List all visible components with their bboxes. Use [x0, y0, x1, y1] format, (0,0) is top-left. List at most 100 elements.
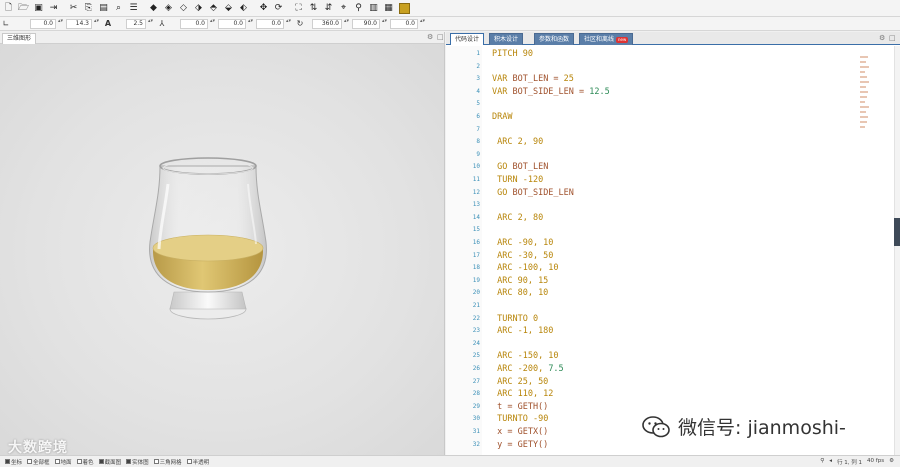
code-line[interactable]: 13 [446, 199, 866, 212]
material-color-swatch[interactable] [399, 2, 410, 14]
code-line[interactable]: 11 TURN -120 [446, 174, 866, 187]
checkbox-box[interactable] [76, 459, 82, 464]
code-line[interactable]: 26 ARC -200, 7.5 [446, 363, 866, 376]
open-folder-icon[interactable]: 🗁 [17, 2, 30, 15]
param-spinner-4[interactable]: ▴▾ [210, 18, 215, 29]
cube-right-icon[interactable]: ⬗ [192, 2, 205, 15]
code-line[interactable]: 14 ARC 2, 80 [446, 212, 866, 225]
fit-view-icon[interactable]: ⛶ [292, 2, 305, 15]
param-field-2[interactable]: 14.3 [66, 18, 92, 29]
code-line[interactable]: 9 [446, 149, 866, 162]
export-icon[interactable]: ⇥ [47, 2, 60, 15]
location-icon[interactable]: ⚲ [820, 458, 824, 466]
checkbox-box[interactable] [126, 459, 132, 464]
param-spinner-8[interactable]: ▴▾ [382, 18, 387, 29]
cube-front-icon[interactable]: ◆ [147, 2, 160, 15]
code-line[interactable]: 24 [446, 338, 866, 351]
code-line[interactable]: 5 [446, 98, 866, 111]
param-field-8[interactable]: 90.0 [352, 18, 380, 29]
param-spinner-5[interactable]: ▴▾ [248, 18, 253, 29]
3d-viewport[interactable] [0, 44, 444, 455]
code-line[interactable]: 32 y = GETY() [446, 439, 866, 452]
code-line[interactable]: 17 ARC -30, 50 [446, 250, 866, 263]
paste-icon[interactable]: ▤ [97, 2, 110, 15]
checkbox-box[interactable] [186, 459, 192, 464]
checkbox-box[interactable] [153, 459, 159, 464]
save-icon[interactable]: ▣ [32, 2, 45, 15]
search-icon[interactable]: ⌕ [112, 2, 125, 15]
status-settings-icon[interactable]: ⚙ [889, 458, 894, 466]
code-line[interactable]: 3 VAR BOT_LEN = 25 [446, 73, 866, 86]
bucket-icon[interactable]: ▥ [367, 2, 380, 15]
param-spinner-1[interactable]: ▴▾ [58, 18, 63, 29]
corner-icon[interactable]: ∟ [0, 19, 12, 28]
code-line[interactable]: 25 ARC -150, 10 [446, 350, 866, 363]
box-icon[interactable]: ▦ [382, 2, 395, 15]
view-option-checkbox[interactable]: 截面图 [98, 458, 121, 466]
code-line[interactable]: 4 VAR BOT_SIDE_LEN = 12.5 [446, 86, 866, 99]
tag-icon[interactable]: ⌖ [337, 2, 350, 15]
rotate-icon[interactable]: ⟳ [272, 2, 285, 15]
cube-iso-icon[interactable]: ⬖ [237, 2, 250, 15]
font-icon[interactable]: A [102, 19, 114, 28]
align-icon[interactable]: ⇵ [322, 2, 335, 15]
view-option-checkbox[interactable]: 半透明 [186, 458, 209, 466]
view-option-checkbox[interactable]: 实体图 [126, 458, 149, 466]
param-spinner-7[interactable]: ▴▾ [344, 18, 349, 29]
new-file-icon[interactable]: 🗋 [2, 2, 15, 15]
checkbox-box[interactable] [98, 459, 104, 464]
param-field-3[interactable]: 2.5 [126, 18, 146, 29]
code-line[interactable]: 12 GO BOT_SIDE_LEN [446, 187, 866, 200]
code-minimap[interactable] [860, 56, 870, 131]
maximize-icon[interactable]: □ [437, 33, 444, 41]
code-line[interactable]: 28 ARC 110, 12 [446, 388, 866, 401]
cut-icon[interactable]: ✂ [67, 2, 80, 15]
scrollbar-thumb[interactable] [894, 218, 900, 246]
tab-block-design[interactable]: 积木设计 [489, 33, 524, 45]
code-line[interactable]: 1 PITCH 90 [446, 48, 866, 61]
editor-maximize-icon[interactable]: □ [889, 34, 896, 42]
move-icon[interactable]: ✥ [257, 2, 270, 15]
code-line[interactable]: 22 TURNTO 0 [446, 313, 866, 326]
param-spinner-6[interactable]: ▴▾ [286, 18, 291, 29]
cube-bottom-icon[interactable]: ⬙ [222, 2, 235, 15]
code-area[interactable]: 1 PITCH 90 2 3 VAR BOT_LEN = 25 4 VAR BOT_SIDE… [446, 46, 900, 455]
tab-3d-view[interactable]: 三维图形 [2, 33, 37, 44]
view-option-checkbox[interactable]: 地面 [54, 458, 72, 466]
checkbox-box[interactable] [5, 459, 10, 464]
tab-code-design[interactable]: 代码设计 [450, 33, 485, 45]
tab-params-functions[interactable]: 参数和函数 [534, 33, 575, 45]
code-line[interactable]: 6 DRAW [446, 111, 866, 124]
cube-back-icon[interactable]: ◈ [162, 2, 175, 15]
param-field-4[interactable]: 0.0 [180, 18, 208, 29]
list-icon[interactable]: ☰ [127, 2, 140, 15]
editor-settings-icon[interactable]: ⚙ [879, 34, 885, 42]
param-spinner-2[interactable]: ▴▾ [94, 18, 99, 29]
param-spinner-9[interactable]: ▴▾ [420, 18, 425, 29]
checkbox-box[interactable] [27, 459, 33, 464]
code-line[interactable]: 7 [446, 124, 866, 137]
code-line[interactable]: 27 ARC 25, 50 [446, 376, 866, 389]
view-option-checkbox[interactable]: 全部框 [27, 458, 50, 466]
param-spinner-3[interactable]: ▴▾ [148, 18, 153, 29]
param-field-6[interactable]: 0.0 [256, 18, 284, 29]
pin-icon[interactable]: ⚲ [352, 2, 365, 15]
cube-left-icon[interactable]: ◇ [177, 2, 190, 15]
code-line[interactable]: 23 ARC -1, 180 [446, 325, 866, 338]
code-line[interactable]: 16 ARC -90, 10 [446, 237, 866, 250]
axis-icon[interactable]: ⅄ [156, 19, 168, 28]
tab-community-offline[interactable]: 社区和离线 new [579, 33, 634, 45]
settings-icon[interactable]: ⚙ [427, 33, 433, 41]
param-field-5[interactable]: 0.0 [218, 18, 246, 29]
checkbox-box[interactable] [54, 459, 60, 464]
rotate-angle-icon[interactable]: ↻ [294, 19, 306, 28]
code-line[interactable]: 20 ARC 80, 10 [446, 287, 866, 300]
pointer-icon[interactable]: ◂ [829, 458, 832, 466]
code-line[interactable]: 21 [446, 300, 866, 313]
param-field-7[interactable]: 360.0 [312, 18, 342, 29]
view-option-checkbox[interactable]: 着色 [76, 458, 94, 466]
view-option-checkbox[interactable]: 三角网格 [153, 458, 182, 466]
view-option-checkbox[interactable]: 坐标 [5, 458, 22, 466]
param-field-1[interactable]: 0.0 [30, 18, 56, 29]
mirror-icon[interactable]: ⇅ [307, 2, 320, 15]
